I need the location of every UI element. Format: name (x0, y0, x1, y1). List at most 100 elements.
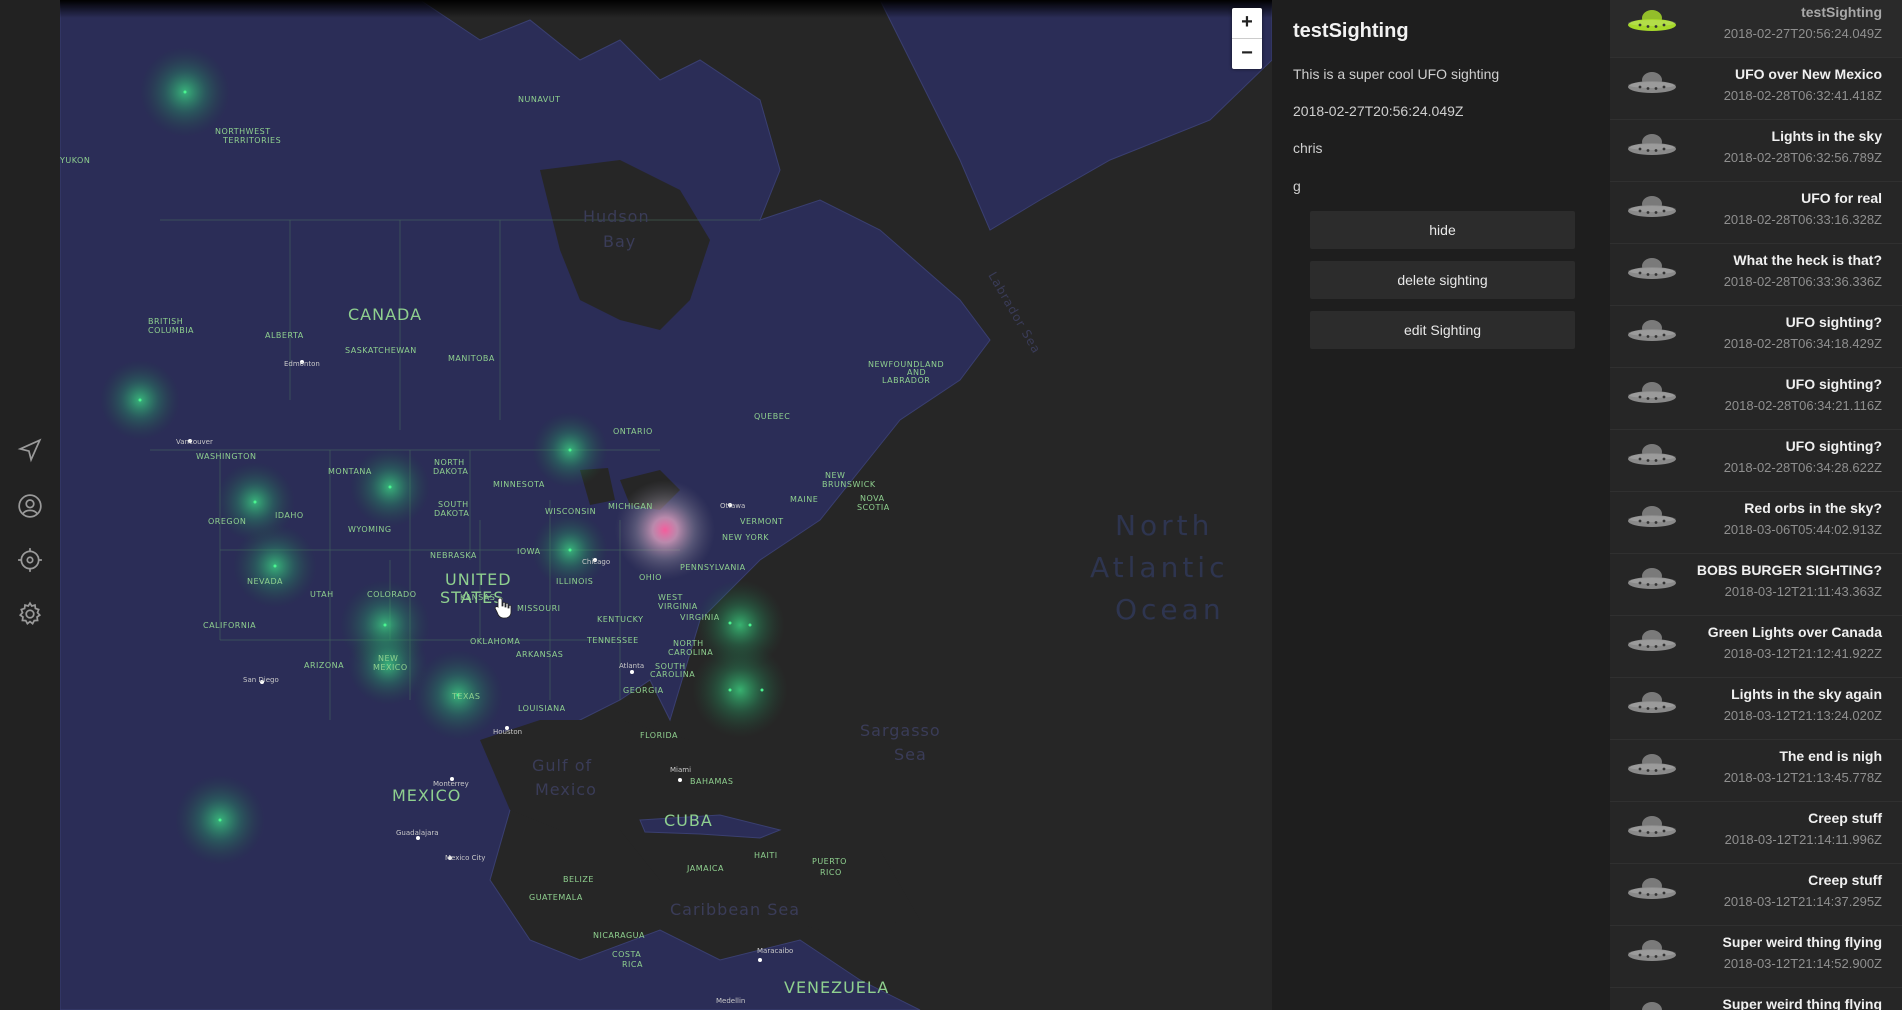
svg-text:PUERTO: PUERTO (812, 857, 847, 866)
zoom-out-button[interactable]: − (1232, 38, 1262, 69)
navigation-icon[interactable] (14, 434, 46, 466)
settings-icon[interactable] (14, 598, 46, 630)
edit-sighting-button[interactable]: edit Sighting (1310, 311, 1575, 349)
sighting-name: Lights in the sky again (1731, 686, 1882, 702)
sighting-list-item[interactable]: Lights in the sky again 2018-03-12T21:13:… (1610, 678, 1902, 740)
sighting-list-item[interactable]: testSighting 2018-02-27T20:56:24.049Z (1610, 0, 1902, 58)
svg-text:ILLINOIS: ILLINOIS (556, 577, 593, 586)
ufo-icon (1628, 196, 1676, 217)
svg-text:NEW: NEW (378, 654, 398, 663)
ufo-icon (1628, 692, 1676, 713)
sighting-time: 2018-02-28T06:33:36.336Z (1723, 274, 1882, 289)
sighting-timestamp: 2018-02-27T20:56:24.049Z (1293, 103, 1464, 119)
sighting-name: The end is nigh (1779, 748, 1882, 764)
sighting-name: Creep stuff (1808, 872, 1882, 888)
delete-sighting-button[interactable]: delete sighting (1310, 261, 1575, 299)
hide-button[interactable]: hide (1310, 211, 1575, 249)
svg-text:OHIO: OHIO (639, 573, 662, 582)
sighting-list-item[interactable]: UFO over New Mexico 2018-02-28T06:32:41.4… (1610, 58, 1902, 120)
svg-text:NORTH: NORTH (673, 639, 704, 648)
svg-text:COLUMBIA: COLUMBIA (148, 326, 194, 335)
sighting-user: chris (1293, 140, 1323, 156)
sighting-list-item[interactable]: The end is nigh 2018-03-12T21:13:45.778Z (1610, 740, 1902, 802)
svg-text:Atlanta: Atlanta (619, 662, 644, 670)
ufo-icon (1628, 72, 1676, 93)
svg-text:OKLAHOMA: OKLAHOMA (470, 637, 520, 646)
svg-text:RICA: RICA (622, 960, 643, 969)
sighting-time: 2018-02-28T06:32:41.418Z (1723, 88, 1882, 103)
sighting-list-item[interactable]: Creep stuff 2018-03-12T21:14:37.295Z (1610, 864, 1902, 926)
sighting-name: UFO for real (1801, 190, 1882, 206)
sighting-name: UFO sighting? (1785, 438, 1882, 454)
svg-text:Mexico City: Mexico City (445, 854, 485, 862)
sighting-name: Creep stuff (1808, 810, 1882, 826)
sighting-list-item[interactable]: Green Lights over Canada 2018-03-12T21:12… (1610, 616, 1902, 678)
sighting-list-item[interactable]: UFO for real 2018-02-28T06:33:16.328Z (1610, 182, 1902, 244)
sighting-name: UFO over New Mexico (1734, 66, 1882, 82)
sighting-list-item[interactable]: UFO sighting? 2018-02-28T06:34:28.622Z (1610, 430, 1902, 492)
ufo-icon (1628, 382, 1676, 403)
sighting-list-item[interactable]: Super weird thing flying 2018-03-12T21:14… (1610, 926, 1902, 988)
svg-text:ARIZONA: ARIZONA (304, 661, 344, 670)
svg-text:GUATEMALA: GUATEMALA (529, 893, 583, 902)
sighting-list-item[interactable]: UFO sighting? 2018-02-28T06:34:18.429Z (1610, 306, 1902, 368)
svg-text:TEXAS: TEXAS (451, 692, 480, 701)
svg-text:Edmonton: Edmonton (284, 360, 320, 368)
svg-text:BAHAMAS: BAHAMAS (690, 777, 733, 786)
user-icon[interactable] (14, 490, 46, 522)
svg-text:JAMAICA: JAMAICA (686, 864, 724, 873)
sighting-list-item[interactable]: Super weird thing flying (1610, 988, 1902, 1010)
svg-text:BELIZE: BELIZE (563, 875, 594, 884)
sighting-list-item[interactable]: UFO sighting? 2018-02-28T06:34:21.116Z (1610, 368, 1902, 430)
left-rail (0, 0, 61, 1010)
sighting-name: Super weird thing flying (1722, 934, 1882, 950)
svg-text:Atlantic: Atlantic (1090, 551, 1228, 584)
ufo-icon (1628, 320, 1676, 341)
svg-text:NEBRASKA: NEBRASKA (430, 551, 477, 560)
svg-text:NUNAVUT: NUNAVUT (518, 95, 561, 104)
svg-text:MANITOBA: MANITOBA (448, 354, 495, 363)
svg-text:SCOTIA: SCOTIA (857, 503, 890, 512)
svg-text:IDAHO: IDAHO (275, 511, 304, 520)
ufo-icon (1642, 1002, 1662, 1010)
ufo-icon (1628, 134, 1676, 155)
sighting-name: BOBS BURGER SIGHTING? (1696, 562, 1882, 578)
svg-text:BRUNSWICK: BRUNSWICK (822, 480, 876, 489)
svg-text:Medellin: Medellin (716, 997, 745, 1005)
sighting-time: 2018-03-12T21:14:11.996Z (1724, 832, 1882, 847)
sighting-time: 2018-02-28T06:34:21.116Z (1724, 398, 1882, 413)
svg-text:MONTANA: MONTANA (328, 467, 372, 476)
svg-text:TENNESSEE: TENNESSEE (586, 636, 639, 645)
map-view[interactable]: NUNAVUT NORTHWEST TERRITORIES YUKON BRIT… (60, 0, 1272, 1010)
sighting-list-item[interactable]: What the heck is that? 2018-02-28T06:33:3… (1610, 244, 1902, 306)
sighting-name: UFO sighting? (1785, 376, 1882, 392)
svg-text:MEXICO: MEXICO (373, 663, 408, 672)
sighting-time: 2018-02-28T06:34:18.429Z (1723, 336, 1882, 351)
svg-text:VIRGINIA: VIRGINIA (658, 602, 698, 611)
svg-text:CANADA: CANADA (348, 305, 422, 324)
sighting-time: 2018-03-12T21:13:24.020Z (1723, 708, 1882, 723)
sighting-name: What the heck is that? (1733, 252, 1882, 268)
sighting-list-item[interactable]: Red orbs in the sky? 2018-03-06T05:44:02.… (1610, 492, 1902, 554)
sighting-list-item[interactable]: BOBS BURGER SIGHTING? 2018-03-12T21:11:43… (1610, 554, 1902, 616)
sighting-list-item[interactable]: Creep stuff 2018-03-12T21:14:11.996Z (1610, 802, 1902, 864)
svg-text:NICARAGUA: NICARAGUA (593, 931, 645, 940)
svg-text:NOVA: NOVA (860, 494, 885, 503)
svg-text:Guadalajara: Guadalajara (396, 829, 439, 837)
svg-text:VERMONT: VERMONT (740, 517, 784, 526)
svg-text:BRITISH: BRITISH (148, 317, 183, 326)
svg-text:NEW: NEW (825, 471, 845, 480)
sighting-description: This is a super cool UFO sighting (1293, 66, 1500, 82)
ufo-icon (1628, 816, 1676, 837)
zoom-in-button[interactable]: + (1232, 8, 1262, 38)
svg-text:Sea: Sea (894, 745, 927, 764)
sighting-list-item[interactable]: Lights in the sky 2018-02-28T06:32:56.789… (1610, 120, 1902, 182)
sighting-name: Lights in the sky (1771, 128, 1882, 144)
locate-icon[interactable] (14, 544, 46, 576)
svg-text:Sargasso: Sargasso (860, 721, 941, 740)
svg-text:NORTH: NORTH (434, 458, 465, 467)
sighting-time: 2018-03-12T21:12:41.922Z (1723, 646, 1882, 661)
svg-text:VENEZUELA: VENEZUELA (784, 978, 889, 997)
svg-text:Maracaibo: Maracaibo (757, 947, 793, 955)
ufo-icon (1628, 258, 1676, 279)
